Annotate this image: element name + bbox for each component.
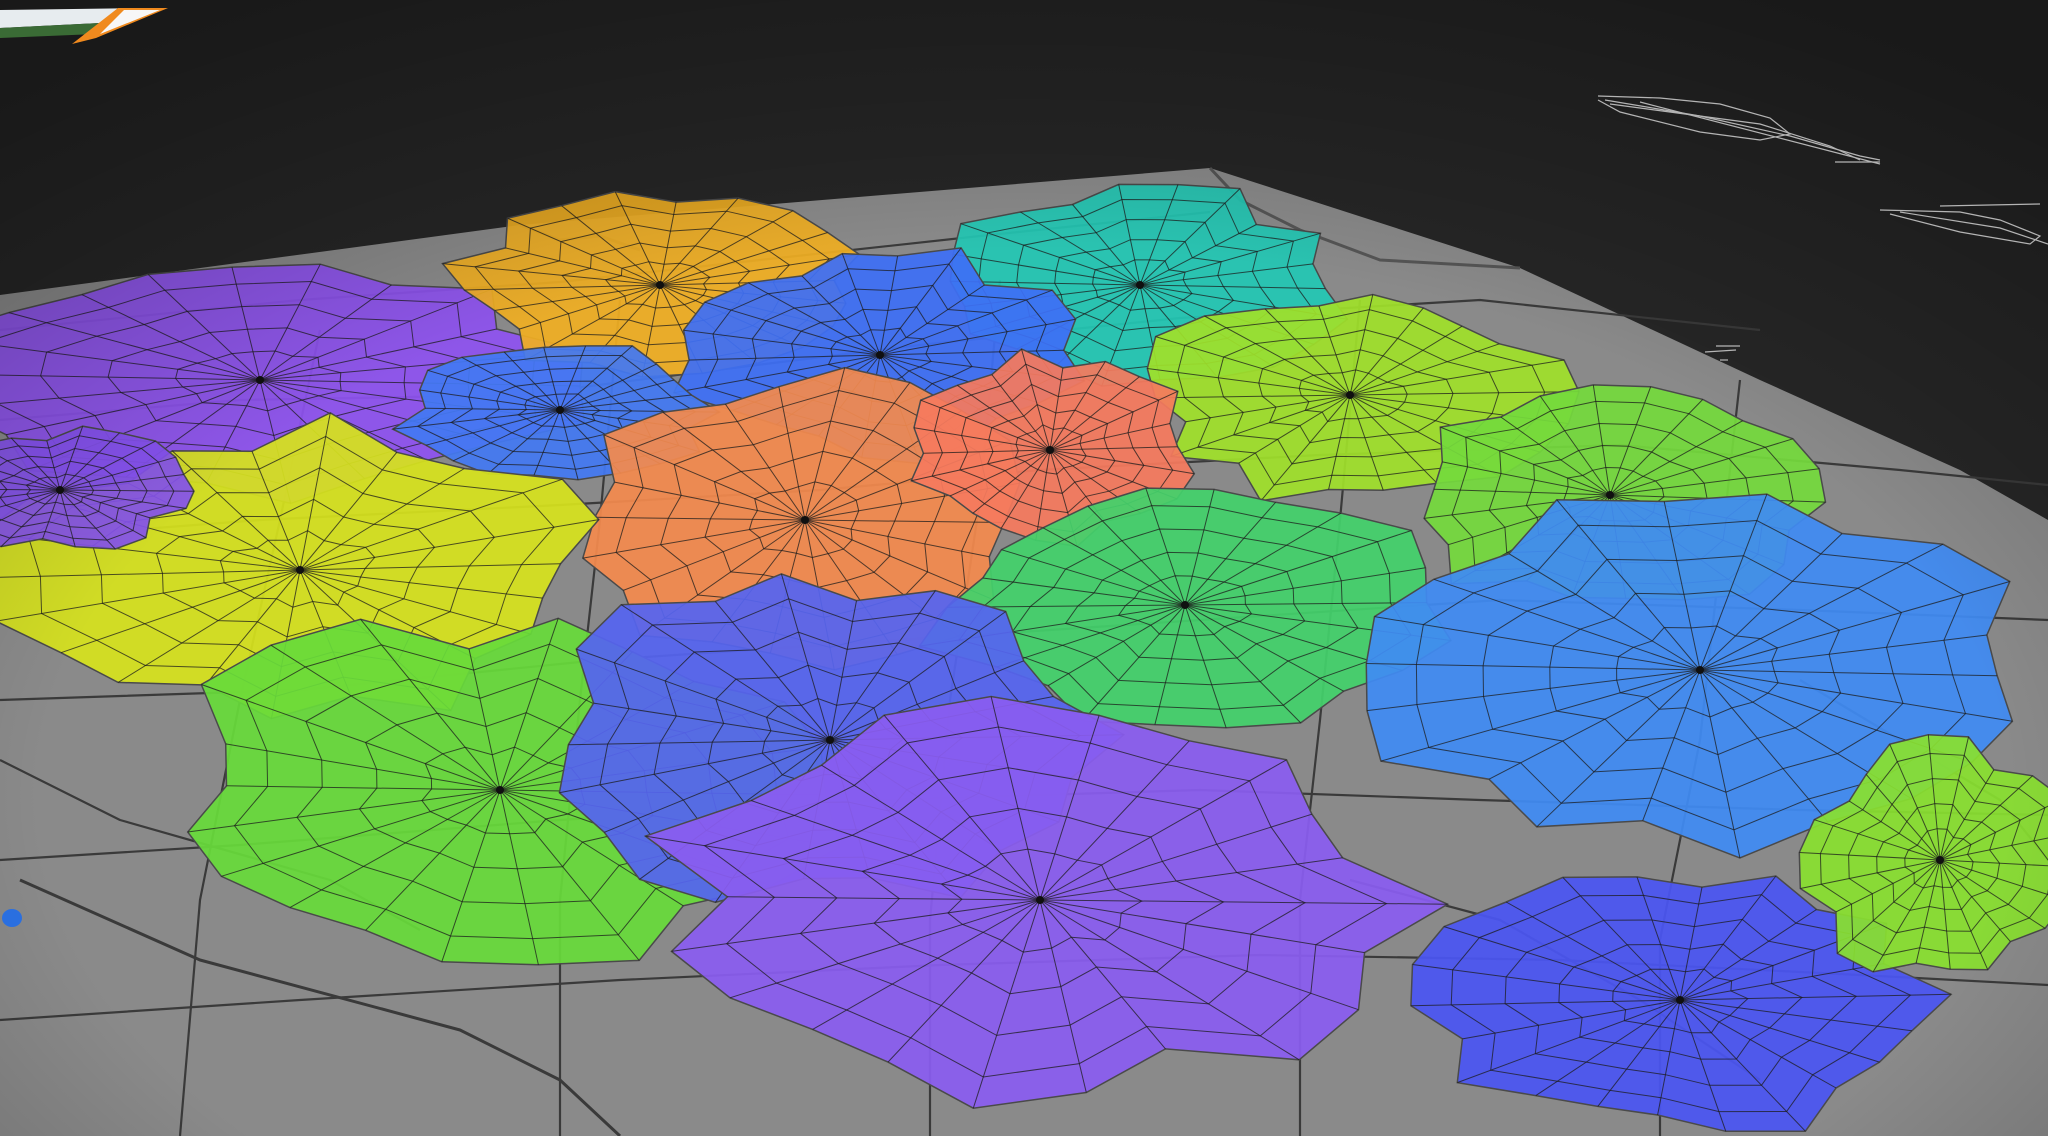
map-canvas[interactable] <box>0 0 2048 1136</box>
coverage-map-view[interactable] <box>0 0 2048 1136</box>
location-marker[interactable] <box>2 909 22 927</box>
vignette <box>0 0 2048 1136</box>
